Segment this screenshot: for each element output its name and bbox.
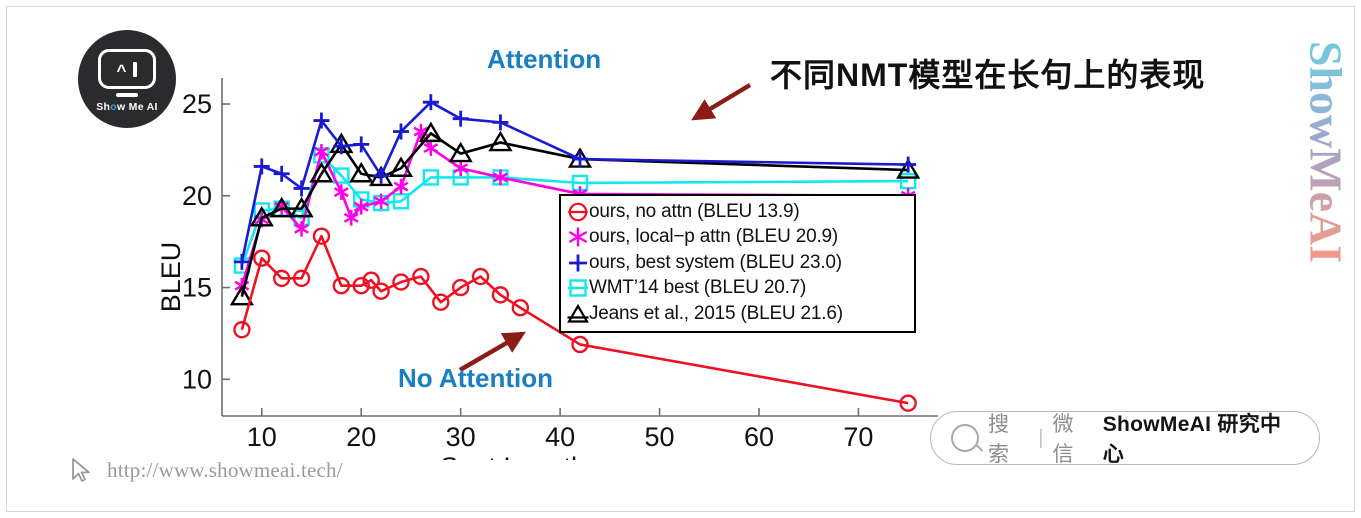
x-tick-label: 60 (744, 422, 774, 452)
legend-marker-asterisk-icon (565, 226, 591, 248)
legend-marker-square-icon (565, 277, 591, 299)
y-tick-label: 20 (182, 181, 212, 211)
legend-label: ours, local−p attn (BLEU 20.9) (589, 226, 839, 248)
wechat-search-pill[interactable]: 搜索 | 微信 ShowMeAI 研究中心 (930, 411, 1320, 466)
y-tick-label: 10 (182, 364, 212, 394)
robot-mouth-icon (116, 93, 138, 97)
y-axis-title: BLEU (156, 242, 186, 313)
search-label: 搜索 (988, 413, 1009, 466)
logo-text-o: o (110, 101, 117, 113)
annotation-no-attention: No Attention (398, 363, 553, 393)
y-tick-label: 15 (182, 273, 212, 303)
robot-face-icon: ^ (98, 49, 156, 89)
legend-marker-plus-icon (565, 252, 591, 274)
vertical-watermark: ShowMeAI (1295, 18, 1357, 286)
channel-label: 微信 (1052, 413, 1074, 466)
legend-item: WMT’14 best (BLEU 20.7) (565, 276, 910, 302)
legend-item: ours, local−p attn (BLEU 20.9) (565, 225, 910, 251)
caret-eye-icon: ^ (116, 60, 127, 80)
legend-item: ours, no attn (BLEU 13.9) (565, 199, 910, 225)
logo-text-before: Sh (96, 101, 111, 113)
cursor-arrow-icon (68, 456, 94, 484)
chart-legend: ours, no attn (BLEU 13.9) ours, local−p … (559, 194, 916, 333)
x-tick-label: 20 (346, 422, 376, 452)
bar-eye-icon (133, 61, 138, 77)
slide-canvas: ^ Show Me AI 不同NMT模型在长句上的表现 ShowMeAI 10 1… (0, 0, 1361, 518)
x-tick-label: 40 (545, 422, 575, 452)
magnifier-icon (951, 424, 979, 452)
logo-label: Show Me AI (96, 101, 158, 113)
pill-divider: | (1038, 426, 1044, 449)
legend-marker-circle-icon (565, 201, 591, 223)
x-tick-label: 70 (843, 422, 873, 452)
legend-label: Jeans et al., 2015 (BLEU 21.6) (589, 302, 843, 324)
x-tick-label: 30 (446, 422, 476, 452)
annotation-attention: Attention (487, 44, 602, 74)
arrow-down-left-icon (691, 83, 752, 121)
legend-label: ours, best system (BLEU 23.0) (589, 251, 842, 273)
legend-label: WMT’14 best (BLEU 20.7) (589, 277, 807, 299)
x-axis-title: Sent Lengths (440, 452, 599, 460)
legend-marker-triangle-icon (565, 303, 591, 325)
vertical-watermark-text: ShowMeAI (1300, 40, 1352, 264)
legend-item: ours, best system (BLEU 23.0) (565, 250, 910, 276)
brand-label: ShowMeAI 研究中心 (1102, 413, 1282, 466)
legend-label: ours, no attn (BLEU 13.9) (589, 200, 800, 222)
site-url-text: http://www.showmeai.tech/ (107, 457, 343, 482)
y-tick-label: 25 (182, 89, 212, 119)
x-tick-label: 50 (645, 422, 675, 452)
legend-item: Jeans et al., 2015 (BLEU 21.6) (565, 301, 910, 327)
site-url-line[interactable]: http://www.showmeai.tech/ (68, 456, 343, 484)
x-tick-label: 10 (247, 422, 277, 452)
